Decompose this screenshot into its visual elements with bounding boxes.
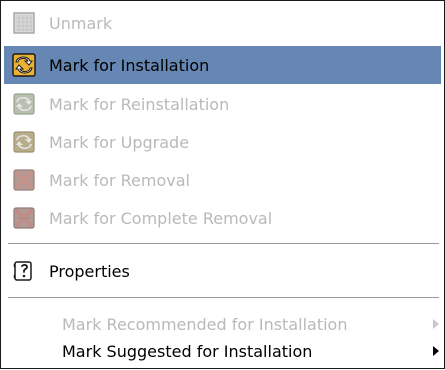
menu-item-unmark[interactable]: Unmark bbox=[4, 4, 441, 42]
install-icon bbox=[12, 53, 36, 77]
menu-item-label: Unmark bbox=[49, 13, 113, 33]
menu-item-mark-for-upgrade[interactable]: Mark for Upgrade bbox=[4, 123, 441, 161]
menu-item-label: Mark for Reinstallation bbox=[49, 94, 230, 114]
menu-item-properties[interactable]: Properties bbox=[4, 252, 441, 290]
complete-remove-icon bbox=[12, 206, 36, 230]
menu-item-mark-suggested[interactable]: Mark Suggested for Installation bbox=[4, 332, 441, 370]
menu-item-mark-for-reinstallation[interactable]: Mark for Reinstallation bbox=[4, 85, 441, 123]
menu-item-label: Mark for Upgrade bbox=[49, 132, 190, 152]
menu-item-label: Mark for Complete Removal bbox=[49, 208, 273, 228]
menu-item-mark-for-complete-removal[interactable]: Mark for Complete Removal bbox=[4, 199, 441, 237]
menu-item-mark-for-installation[interactable]: Mark for Installation bbox=[4, 46, 441, 84]
context-menu: Unmark Mark for Installation Mark for Re… bbox=[0, 0, 445, 369]
remove-icon bbox=[12, 168, 36, 192]
menu-separator bbox=[8, 297, 439, 299]
upgrade-icon bbox=[12, 130, 36, 154]
menu-item-label: Mark for Removal bbox=[49, 170, 190, 190]
menu-item-label: Mark Suggested for Installation bbox=[62, 341, 313, 361]
menu-separator bbox=[8, 243, 439, 245]
menu-item-mark-for-removal[interactable]: Mark for Removal bbox=[4, 161, 441, 199]
menu-item-label: Mark for Installation bbox=[49, 55, 210, 75]
submenu-arrow-icon bbox=[433, 346, 439, 356]
unmark-icon bbox=[12, 11, 36, 35]
menu-item-label: Mark Recommended for Installation bbox=[62, 314, 348, 334]
properties-icon bbox=[12, 259, 36, 283]
reinstall-icon bbox=[12, 92, 36, 116]
submenu-arrow-icon bbox=[433, 319, 439, 329]
menu-item-label: Properties bbox=[49, 261, 130, 281]
